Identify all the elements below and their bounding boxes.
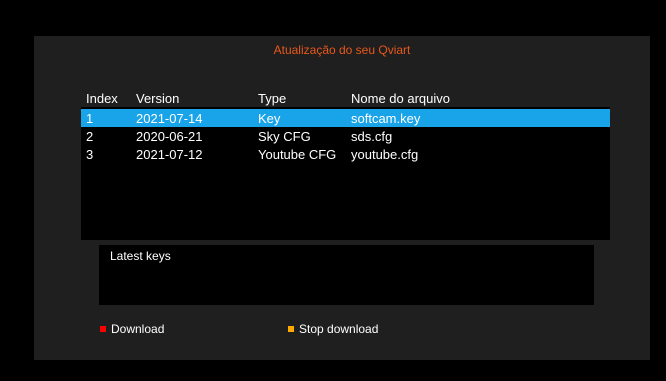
row-version: 2021-07-14	[136, 111, 203, 126]
row-file-name: sds.cfg	[351, 129, 393, 144]
description-text: Latest keys	[110, 249, 171, 263]
stop-download-button[interactable]: Stop download	[288, 322, 378, 336]
description-box: Latest keys	[99, 245, 594, 305]
dialog-title: Atualização do seu Qviart	[273, 43, 411, 57]
download-label: Download	[111, 322, 165, 336]
header-version: Version	[136, 91, 180, 106]
row-file-name: youtube.cfg	[351, 147, 419, 162]
stop-download-label: Stop download	[299, 322, 379, 336]
download-button[interactable]: Download	[100, 322, 164, 336]
file-list[interactable]: Index Version Type Nome do arquivo 1 202…	[81, 87, 610, 240]
header-index: Index	[86, 91, 118, 106]
table-row[interactable]: 3 2021-07-12 Youtube CFG youtube.cfg	[81, 145, 610, 163]
list-header: Index Version Type Nome do arquivo	[81, 87, 610, 107]
list-rows: 1 2021-07-14 Key softcam.key 2 2020-06-2…	[81, 109, 610, 163]
row-type: Youtube CFG	[258, 147, 337, 162]
row-version: 2021-07-12	[136, 147, 203, 162]
row-type: Key	[258, 111, 281, 126]
row-file-name: softcam.key	[351, 111, 421, 126]
row-index: 3	[86, 147, 94, 162]
row-version: 2020-06-21	[136, 129, 203, 144]
table-row[interactable]: 1 2021-07-14 Key softcam.key	[81, 109, 610, 127]
red-key-icon	[100, 326, 106, 332]
row-index: 1	[86, 111, 94, 126]
row-index: 2	[86, 129, 94, 144]
tv-screen: Atualização do seu Qviart Index Version …	[0, 0, 666, 381]
header-file-name: Nome do arquivo	[351, 91, 450, 106]
table-row[interactable]: 2 2020-06-21 Sky CFG sds.cfg	[81, 127, 610, 145]
header-type: Type	[258, 91, 287, 106]
row-type: Sky CFG	[258, 129, 311, 144]
update-dialog: Atualização do seu Qviart Index Version …	[34, 36, 650, 360]
yellow-key-icon	[288, 326, 294, 332]
